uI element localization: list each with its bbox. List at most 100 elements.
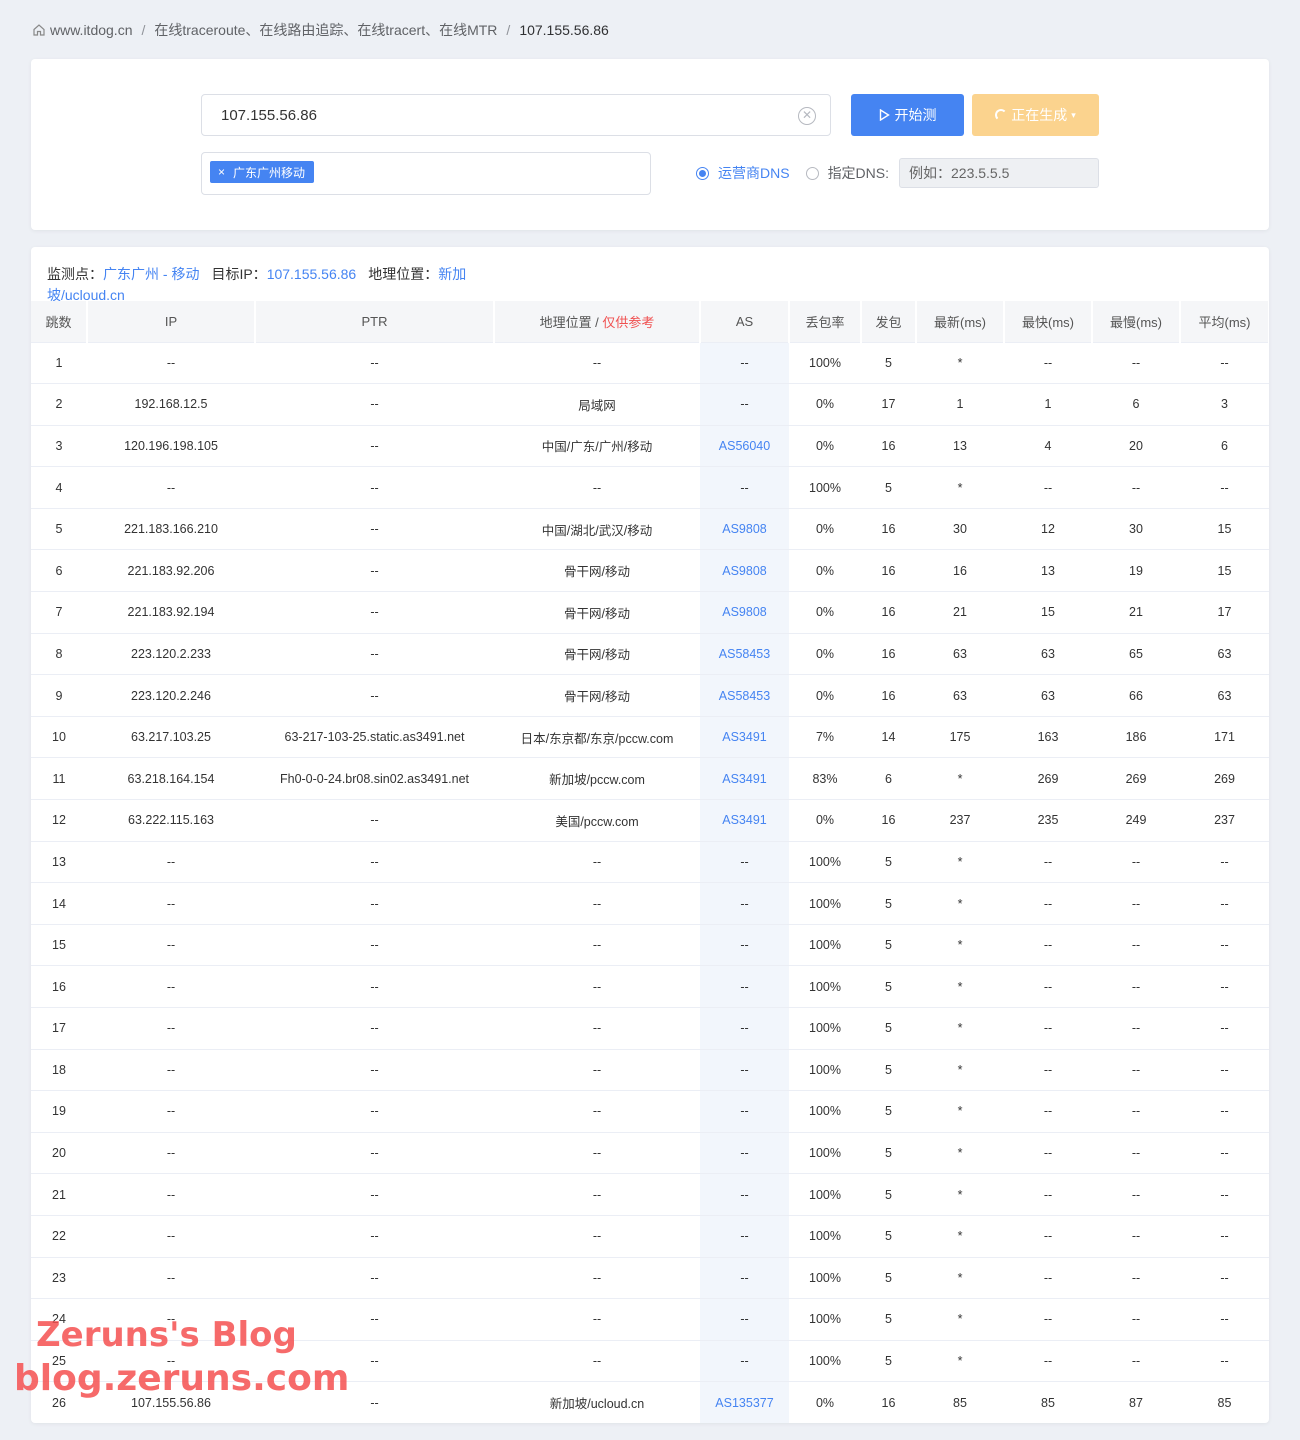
- tag-close-icon[interactable]: ×: [218, 165, 225, 179]
- generating-button[interactable]: 正在生成 ▾: [972, 94, 1099, 136]
- node-label: 监测点：: [47, 266, 103, 282]
- table-cell: 0%: [789, 591, 861, 634]
- table-row: 1 -- -- -- -- 100% 5 * -- -- --: [31, 341, 1269, 384]
- table-cell: --: [1004, 840, 1092, 883]
- table-cell: --: [1180, 1339, 1269, 1382]
- table-cell: --: [494, 1173, 700, 1216]
- table-cell: 13: [916, 424, 1004, 467]
- table-cell: 5: [861, 1173, 916, 1216]
- dns-input[interactable]: 例如：223.5.5.5: [899, 158, 1099, 188]
- table-cell: *: [916, 1256, 1004, 1299]
- column-header: 最快(ms): [1004, 301, 1093, 342]
- table-cell: 221.183.92.194: [87, 591, 255, 634]
- table-cell: 骨干网/移动: [494, 674, 700, 717]
- column-header-label: 最慢(ms): [1110, 314, 1162, 330]
- as-cell[interactable]: AS58453: [700, 632, 789, 675]
- column-header-label: 发包: [875, 314, 902, 330]
- table-cell: --: [1004, 1256, 1092, 1299]
- node-value: 广东广州 - 移动: [103, 266, 200, 282]
- as-cell[interactable]: AS3491: [700, 757, 789, 800]
- breadcrumb-home-link[interactable]: www.itdog.cn: [50, 22, 132, 38]
- table-cell: 中国/湖北/武汉/移动: [494, 507, 700, 550]
- table-cell: --: [494, 1214, 700, 1258]
- table-row: 5 221.183.166.210 -- 中国/湖北/武汉/移动 AS9808 0% 16 3…: [31, 507, 1269, 550]
- as-cell[interactable]: AS3491: [700, 715, 789, 758]
- as-cell[interactable]: AS9808: [700, 549, 789, 592]
- table-cell: 30: [1092, 507, 1180, 550]
- table-cell: --: [255, 1131, 494, 1174]
- table-cell: 171: [1180, 715, 1269, 758]
- table-cell: --: [494, 840, 700, 883]
- table-cell: 16: [861, 591, 916, 634]
- as-cell[interactable]: AS56040: [700, 424, 789, 467]
- table-cell: --: [255, 507, 494, 550]
- table-cell: 0%: [789, 549, 861, 592]
- clear-icon[interactable]: ✕: [798, 107, 816, 125]
- as-cell: --: [700, 882, 789, 925]
- column-header: 最新(ms): [916, 301, 1005, 342]
- table-row: 3 120.196.198.105 -- 中国/广东/广州/移动 AS56040 0% 16…: [31, 424, 1269, 467]
- table-cell: --: [87, 466, 255, 509]
- table-cell: 1: [31, 341, 87, 384]
- breadcrumb-separator: /: [506, 22, 511, 38]
- target-input-value: 107.155.56.86: [221, 106, 317, 124]
- table-cell: 16: [861, 507, 916, 550]
- table-row: 22 -- -- -- -- 100% 5 * -- -- --: [31, 1214, 1269, 1258]
- table-cell: 6: [1180, 424, 1269, 467]
- table-cell: --: [1004, 1173, 1092, 1216]
- dns-option-isp-label: 运营商DNS: [718, 165, 790, 181]
- as-cell: --: [700, 383, 789, 426]
- table-cell: --: [1092, 923, 1180, 966]
- table-row: 21 -- -- -- -- 100% 5 * -- -- --: [31, 1173, 1269, 1216]
- table-row: 8 223.120.2.233 -- 骨干网/移动 AS58453 0% 16 63 63 65 6…: [31, 632, 1269, 675]
- table-cell: --: [1180, 1007, 1269, 1050]
- table-cell: 3: [1180, 383, 1269, 426]
- dns-option-isp[interactable]: 运营商DNS: [696, 163, 790, 183]
- table-cell: 14: [861, 715, 916, 758]
- table-cell: --: [1004, 1048, 1092, 1091]
- start-test-button[interactable]: 开始测: [851, 94, 964, 136]
- table-cell: --: [494, 466, 700, 509]
- table-cell: 100%: [789, 882, 861, 925]
- table-cell: 100%: [789, 1339, 861, 1382]
- column-header: 丢包率: [789, 301, 862, 342]
- table-cell: --: [87, 1214, 255, 1258]
- target-input[interactable]: 107.155.56.86 ✕: [201, 94, 831, 136]
- table-cell: 237: [1180, 799, 1269, 842]
- table-cell: --: [1092, 840, 1180, 883]
- table-cell: *: [916, 1173, 1004, 1216]
- table-cell: 5: [861, 1339, 916, 1382]
- table-row: 2 192.168.12.5 -- 局域网 -- 0% 17 1 1 6 3: [31, 383, 1269, 426]
- as-cell[interactable]: AS3491: [700, 799, 789, 842]
- table-cell: 5: [861, 341, 916, 384]
- table-cell: 16: [861, 424, 916, 467]
- table-cell: --: [494, 1007, 700, 1050]
- geo-label: 地理位置：: [368, 266, 439, 282]
- node-select[interactable]: × 广东广州移动: [201, 152, 651, 195]
- table-cell: --: [1180, 1256, 1269, 1299]
- table-cell: 7%: [789, 715, 861, 758]
- table-cell: --: [494, 1131, 700, 1174]
- dns-option-custom[interactable]: 指定DNS:: [805, 163, 889, 183]
- table-cell: 日本/东京都/东京/pccw.com: [494, 715, 700, 758]
- watermark-line-1: Zeruns's Blog: [36, 1315, 297, 1355]
- as-cell[interactable]: AS135377: [700, 1381, 789, 1423]
- as-cell[interactable]: AS9808: [700, 591, 789, 634]
- table-cell: 5: [861, 1007, 916, 1050]
- table-cell: --: [1180, 341, 1269, 384]
- table-cell: 17: [861, 383, 916, 426]
- table-cell: 19: [1092, 549, 1180, 592]
- as-cell: --: [700, 1298, 789, 1341]
- as-cell[interactable]: AS58453: [700, 674, 789, 717]
- table-cell: *: [916, 1090, 1004, 1133]
- table-cell: *: [916, 1298, 1004, 1341]
- node-tag-label: 广东广州移动: [233, 165, 306, 180]
- breadcrumb-section-link[interactable]: 在线traceroute、在线路由追踪、在线tracert、在线MTR: [154, 20, 497, 40]
- table-cell: 0%: [789, 799, 861, 842]
- as-cell[interactable]: AS9808: [700, 507, 789, 550]
- table-cell: *: [916, 1007, 1004, 1050]
- table-cell: 63.222.115.163: [87, 799, 255, 842]
- table-cell: --: [494, 1256, 700, 1299]
- table-cell: 63: [1180, 674, 1269, 717]
- as-cell: --: [700, 923, 789, 966]
